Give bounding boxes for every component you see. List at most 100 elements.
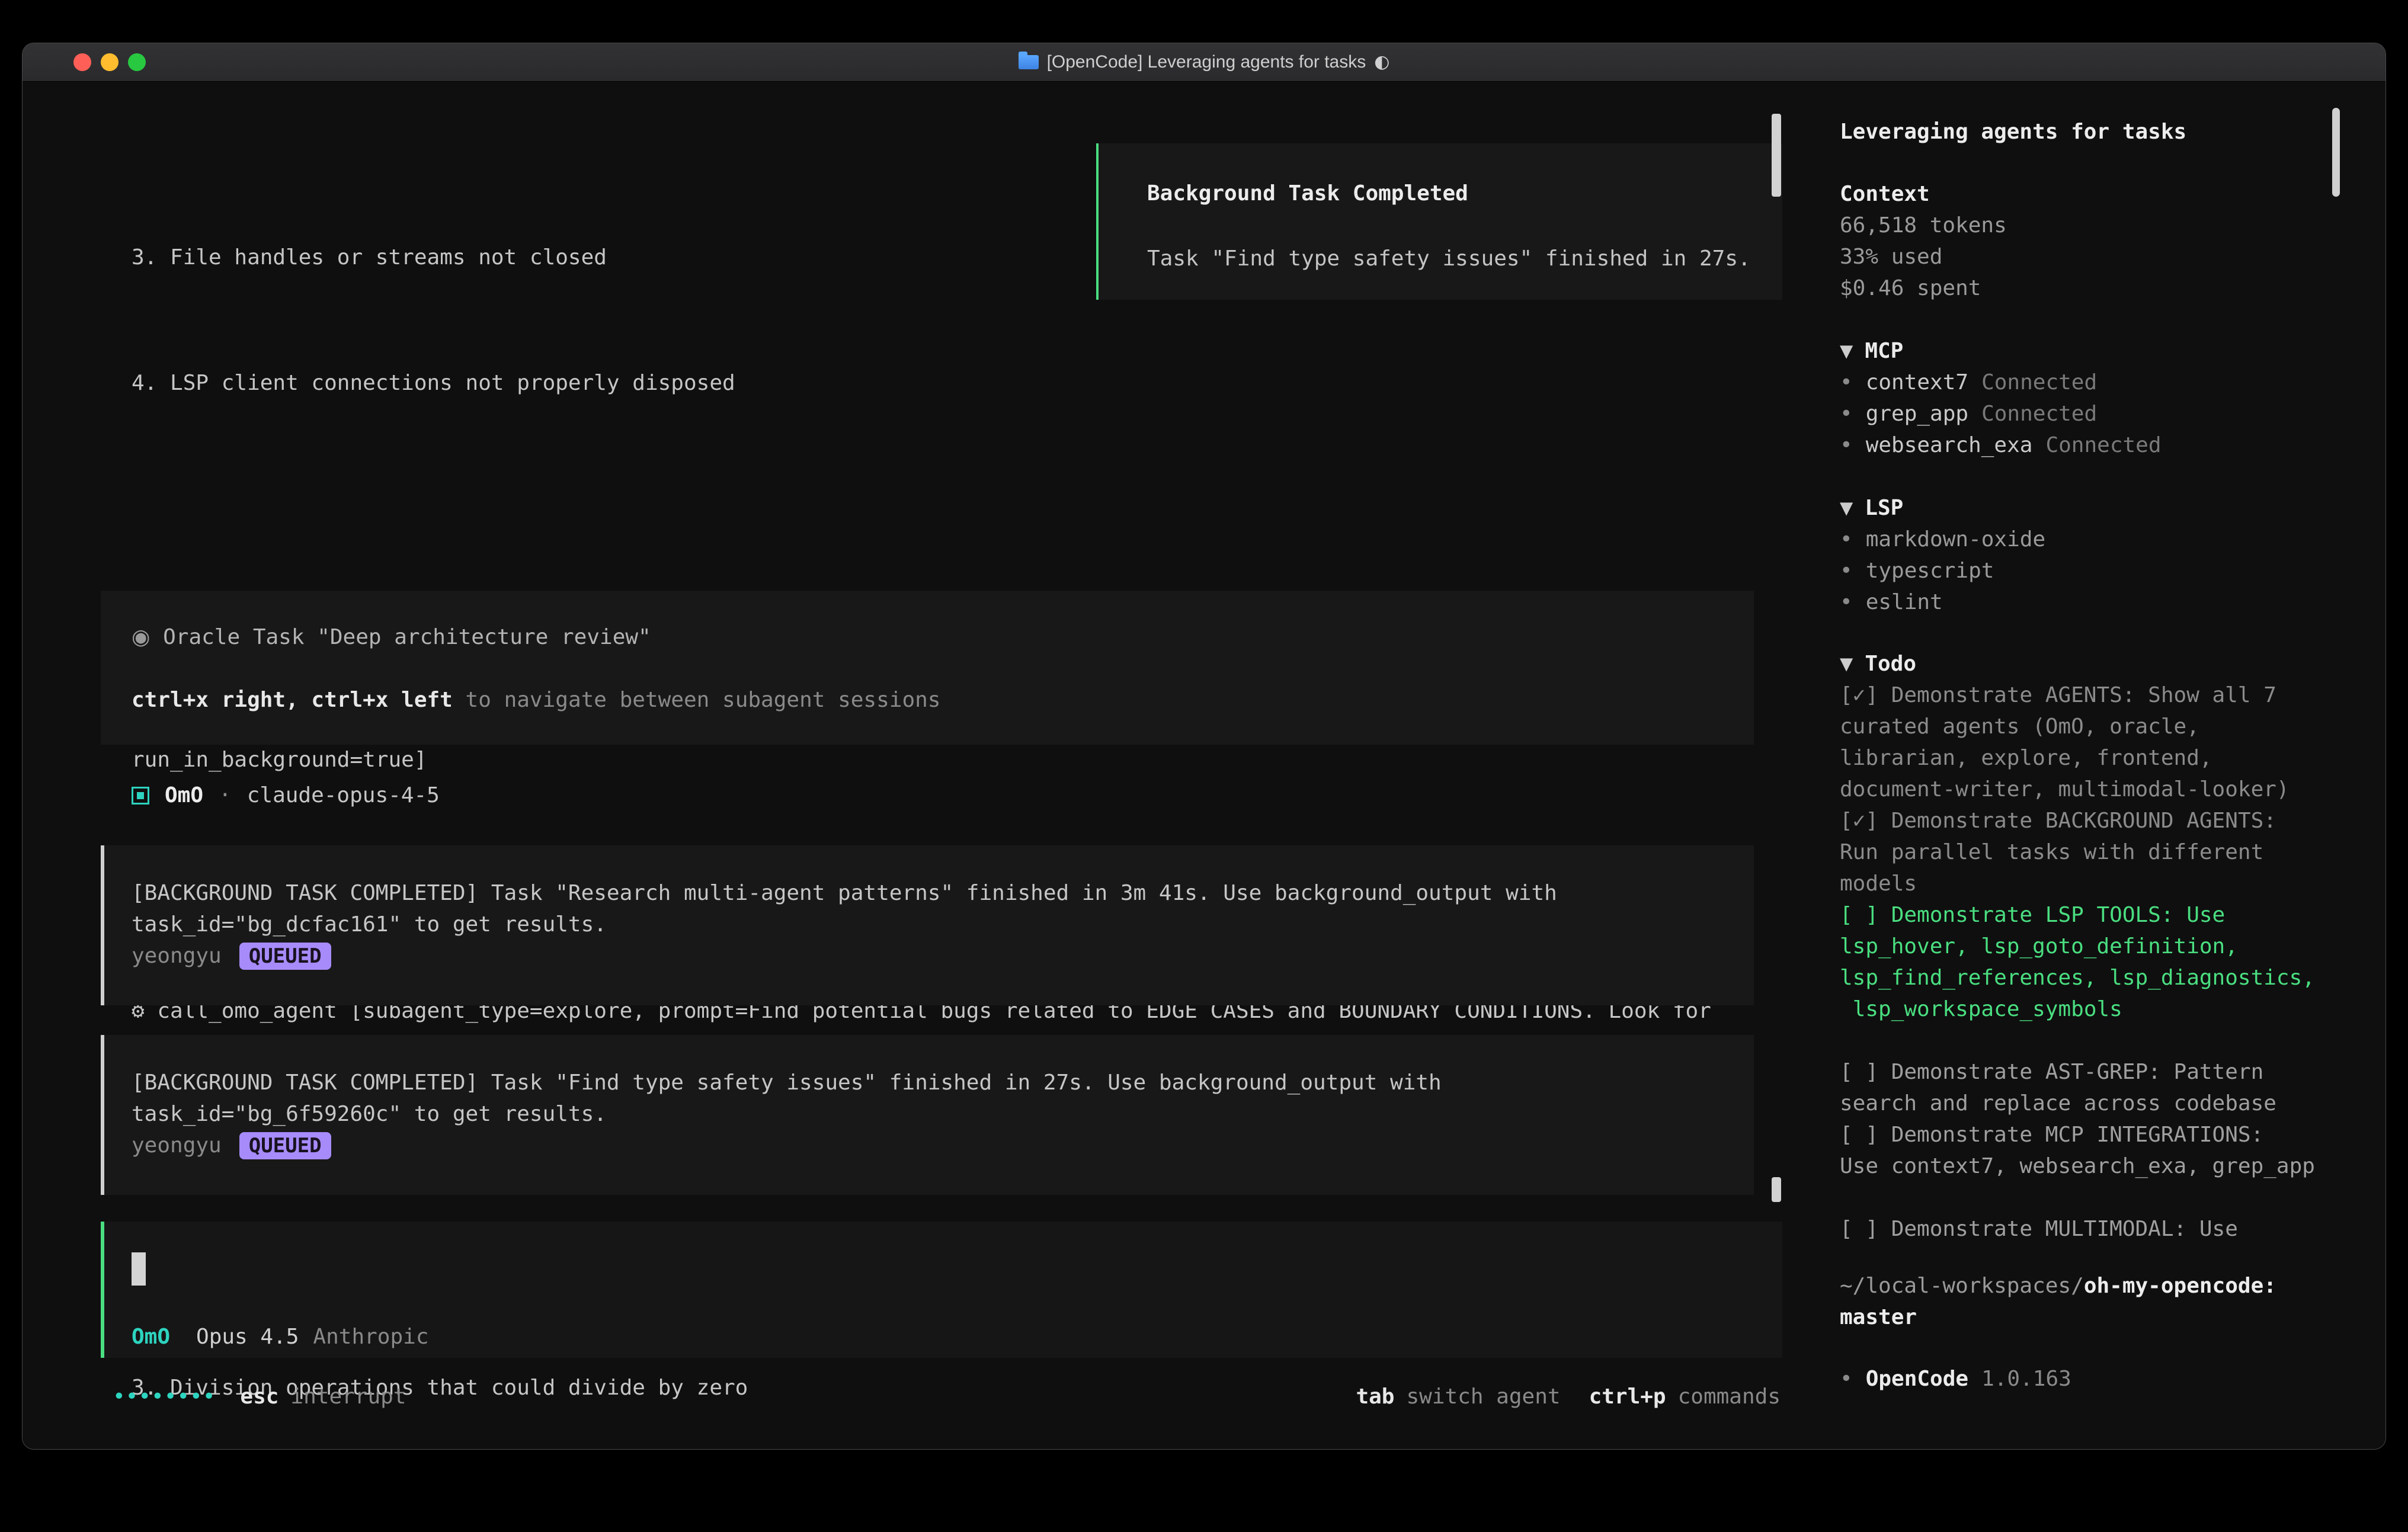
lsp-server-item: • typescript [1840,555,2045,586]
input-provider-label: Anthropic [313,1321,428,1352]
agent-name: OmO [165,780,203,811]
mcp-server-list: •context7Connected •grep_appConnected •w… [1840,367,2162,461]
context-section: Context 66,518 tokens 33% used $0.46 spe… [1840,178,2007,304]
lsp-server-name: markdown-oxide [1866,527,2045,552]
mcp-server-name: grep_app [1866,402,1968,426]
app-version: 1.0.163 [1981,1367,2071,1391]
status-bar-right: tab switch agent ctrl+p commands [1356,1381,1781,1412]
mcp-section-header[interactable]: ▼ MCP [1840,335,2162,367]
workspace-path-prefix: ~/local-workspaces/ [1840,1274,2084,1298]
text-cursor [132,1252,146,1286]
mcp-server-name: websearch_exa [1866,433,2033,457]
commands-key-hint: ctrl+p [1589,1381,1666,1412]
chevron-down-icon: ▼ [1840,335,1853,367]
terminal-line [132,493,1711,524]
context-heading: Context [1840,178,2007,210]
session-title: Leveraging agents for tasks [1840,116,2186,148]
bullet-icon: • [1840,559,1853,583]
queued-message: [BACKGROUND TASK COMPLETED] Task "Find t… [101,1035,1754,1195]
context-tokens: 66,518 tokens [1840,210,2007,241]
folder-icon [1019,55,1039,69]
mcp-server-status: Connected [2045,433,2161,457]
agent-icon [132,787,149,805]
lsp-server-item: • markdown-oxide [1840,524,2045,555]
message-author: yeongyu [132,1130,222,1161]
context-used: 33% used [1840,241,2007,273]
tab-key-label: switch agent [1406,1381,1560,1412]
lsp-section-header[interactable]: ▼ LSP [1840,492,2045,524]
chevron-down-icon: ▼ [1840,648,1853,680]
background-task-toast: Background Task Completed Task "Find typ… [1096,143,1782,300]
bullet-icon: • [1840,1367,1853,1391]
esc-key-hint: esc [240,1381,278,1412]
mcp-server-name: context7 [1866,370,1968,395]
commands-key-label: commands [1678,1381,1781,1412]
app-name: OpenCode [1866,1367,1968,1391]
status-bar-left: •••••••• esc interrupt [113,1381,406,1412]
message-author: yeongyu [132,940,222,972]
terminal-window: [OpenCode] Leveraging agents for tasks ◐… [22,43,2386,1450]
toast-title: Background Task Completed [1147,178,1782,209]
message-line: [BACKGROUND TASK COMPLETED] Task "Find t… [132,1067,1754,1098]
zoom-window-button[interactable] [128,53,146,71]
shortcut-description: to navigate between subagent sessions [466,688,941,712]
bullet-icon: • [1840,370,1853,395]
mcp-heading: MCP [1865,335,1903,367]
record-icon: ◉ [132,625,150,649]
todo-section-header[interactable]: ▼ Todo [1840,648,2364,680]
todo-section: ▼ Todo [✓] Demonstrate AGENTS: Show all … [1840,648,2364,1245]
todo-item: [ ] Demonstrate LSP TOOLS: Use lsp_hover… [1840,899,2364,1025]
minimize-window-button[interactable] [101,53,119,71]
agent-header: OmO · claude-opus-4-5 [132,780,440,811]
mcp-server-item: •grep_appConnected [1840,398,2162,430]
todo-heading: Todo [1865,648,1916,680]
message-line: task_id="bg_dcfac161" to get results. [132,909,1754,940]
sidebar-scrollbar-thumb[interactable] [2332,108,2340,197]
todo-item: [ ] Demonstrate AST-GREP: Pattern search… [1840,1056,2364,1119]
workspace-path: ~/local-workspaces/oh-my-opencode: maste… [1840,1270,2364,1333]
mcp-server-item: •websearch_exaConnected [1840,430,2162,461]
todo-text: [✓] Demonstrate BACKGROUND AGENTS: Run p… [1840,809,2276,896]
message-meta: yeongyu QUEUED [132,940,1754,972]
input-model-label: Opus 4.5 [196,1321,299,1352]
spinner-dots: •••••••• [113,1381,215,1412]
tab-key-hint: tab [1356,1381,1394,1412]
todo-text: [✓] Demonstrate AGENTS: Show all 7 curat… [1840,683,2289,802]
todo-list: [✓] Demonstrate AGENTS: Show all 7 curat… [1840,680,2364,1245]
todo-item: [ ] Demonstrate MCP INTEGRATIONS: Use co… [1840,1119,2364,1182]
todo-item: [✓] Demonstrate AGENTS: Show all 7 curat… [1840,680,2364,805]
todo-item: [✓] Demonstrate BACKGROUND AGENTS: Run p… [1840,805,2364,899]
chat-scrollbar-thumb[interactable] [1772,1177,1781,1202]
bullet-icon: • [1840,527,1853,552]
lsp-section: ▼ LSP • markdown-oxide • typescript [1840,492,2045,618]
workspace-path-line: ~/local-workspaces/oh-my-opencode: [1840,1270,2364,1302]
oracle-task-label: Oracle Task "Deep architecture review" [163,625,651,649]
queued-badge: QUEUED [239,1132,331,1159]
close-window-button[interactable] [73,53,91,71]
oracle-task-card: ◉ Oracle Task "Deep architecture review"… [101,591,1754,745]
lsp-server-name: typescript [1866,559,1994,583]
todo-text: [ ] Demonstrate MCP INTEGRATIONS: Use co… [1840,1123,2315,1178]
mcp-server-status: Connected [1981,402,2097,426]
bullet-icon: • [1840,590,1853,614]
oracle-shortcut-hint: ctrl+x right, ctrl+x left to navigate be… [132,684,1754,716]
input-agent-label: OmO [132,1321,170,1352]
titlebar[interactable]: [OpenCode] Leveraging agents for tasks ◐ [23,43,2385,82]
session-sidebar: Leveraging agents for tasks Context 66,5… [1802,82,2385,1450]
mcp-section: ▼ MCP •context7Connected •grep_appConnec… [1840,335,2162,461]
transparency-icon: ◐ [1374,53,1389,71]
todo-item: [ ] Demonstrate MULTIMODAL: Use [1840,1213,2364,1245]
main-scrollbar-thumb[interactable] [1772,114,1781,197]
message-line: [BACKGROUND TASK COMPLETED] Task "Resear… [132,877,1754,909]
oracle-task-title: ◉ Oracle Task "Deep architecture review" [132,621,1754,653]
lsp-heading: LSP [1865,492,1903,524]
app-version-footer: • OpenCode 1.0.163 [1840,1363,2071,1395]
lsp-server-name: eslint [1866,590,1943,614]
context-spent: $0.46 spent [1840,273,2007,304]
window-controls [73,43,146,81]
mcp-server-status: Connected [1981,370,2097,395]
lsp-server-item: • eslint [1840,586,2045,618]
prompt-input[interactable]: OmO Opus 4.5 Anthropic [101,1222,1782,1358]
window-title: [OpenCode] Leveraging agents for tasks ◐ [1019,53,1390,71]
todo-text: [ ] Demonstrate AST-GREP: Pattern search… [1840,1060,2276,1116]
